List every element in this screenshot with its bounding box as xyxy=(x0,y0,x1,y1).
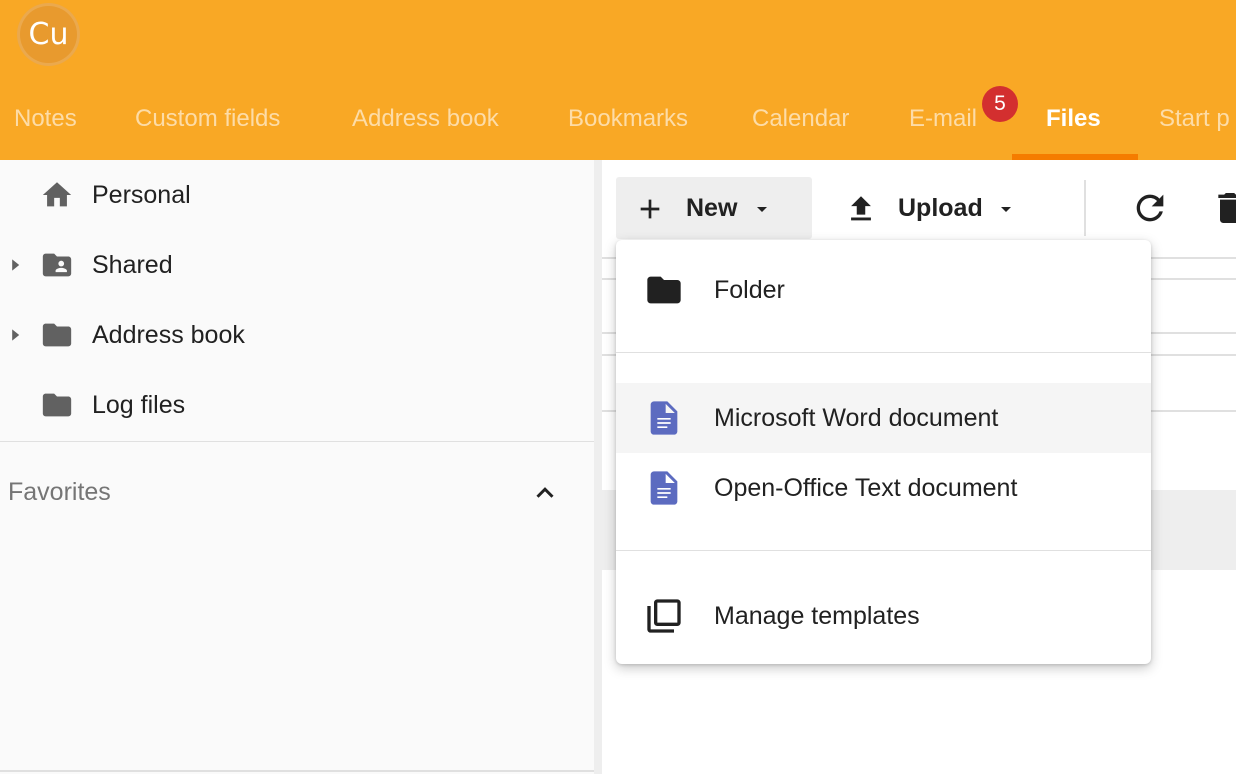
tab-email[interactable]: E-mail xyxy=(909,98,977,160)
sidebar-bottom-border xyxy=(0,770,594,772)
tab-bookmarks[interactable]: Bookmarks xyxy=(568,98,688,160)
app-header: Cu Notes Custom fields Address book Book… xyxy=(0,0,1236,160)
folder-icon xyxy=(647,276,681,304)
plus-icon xyxy=(640,199,660,219)
panel-splitter[interactable] xyxy=(594,160,602,774)
caret-down-icon xyxy=(1001,207,1011,212)
folder-icon xyxy=(42,393,72,417)
menu-item-label: Open-Office Text document xyxy=(714,473,1018,502)
shared-folder-icon xyxy=(42,253,72,277)
sidebar-item-shared[interactable]: Shared xyxy=(0,230,594,300)
expand-arrow-icon[interactable] xyxy=(8,328,22,342)
upload-button[interactable]: Upload xyxy=(832,177,1032,239)
tab-custom-fields[interactable]: Custom fields xyxy=(135,98,280,160)
email-unread-badge: 5 xyxy=(982,86,1018,122)
delete-icon[interactable] xyxy=(1210,188,1236,228)
expand-arrow-icon[interactable] xyxy=(8,258,22,272)
menu-item-folder[interactable]: Folder xyxy=(616,255,1151,325)
refresh-icon[interactable] xyxy=(1130,188,1170,228)
templates-icon xyxy=(647,599,681,633)
favorites-heading: Favorites xyxy=(8,478,111,506)
sidebar-item-address-book[interactable]: Address book xyxy=(0,300,594,370)
sidebar-item-label: Shared xyxy=(92,250,173,279)
document-icon xyxy=(650,401,678,435)
tab-files[interactable]: Files xyxy=(1046,98,1101,160)
folder-sidebar: Personal Shared Address book Log files F… xyxy=(0,160,594,774)
menu-item-word-document[interactable]: Microsoft Word document xyxy=(616,383,1151,453)
tab-address-book[interactable]: Address book xyxy=(352,98,499,160)
tab-notes[interactable]: Notes xyxy=(14,98,77,160)
home-icon xyxy=(42,182,72,207)
user-avatar[interactable]: Cu xyxy=(17,3,80,66)
sidebar-item-personal[interactable]: Personal xyxy=(0,160,594,230)
new-button[interactable]: New xyxy=(616,177,812,239)
menu-item-openoffice-document[interactable]: Open-Office Text document xyxy=(616,453,1151,523)
upload-icon xyxy=(851,196,871,221)
sidebar-item-label: Address book xyxy=(92,320,245,349)
toolbar-separator xyxy=(1084,180,1086,236)
menu-item-label: Manage templates xyxy=(714,601,920,630)
menu-item-manage-templates[interactable]: Manage templates xyxy=(616,581,1151,651)
sidebar-divider xyxy=(0,441,594,442)
menu-separator xyxy=(616,550,1151,551)
chevron-up-icon[interactable] xyxy=(530,478,560,508)
menu-item-label: Microsoft Word document xyxy=(714,403,999,432)
menu-item-label: Folder xyxy=(714,275,785,304)
tab-start-page[interactable]: Start p xyxy=(1159,98,1230,160)
upload-button-label: Upload xyxy=(898,194,983,222)
sidebar-item-label: Personal xyxy=(92,180,191,209)
caret-down-icon xyxy=(757,207,767,212)
sidebar-item-log-files[interactable]: Log files xyxy=(0,370,594,440)
document-icon xyxy=(650,471,678,505)
new-button-label: New xyxy=(686,194,738,222)
menu-separator xyxy=(616,352,1151,353)
sidebar-item-label: Log files xyxy=(92,390,186,419)
folder-icon xyxy=(42,323,72,347)
new-item-menu: Folder Microsoft Word document Open-Offi… xyxy=(616,240,1151,664)
tab-calendar[interactable]: Calendar xyxy=(752,98,849,160)
